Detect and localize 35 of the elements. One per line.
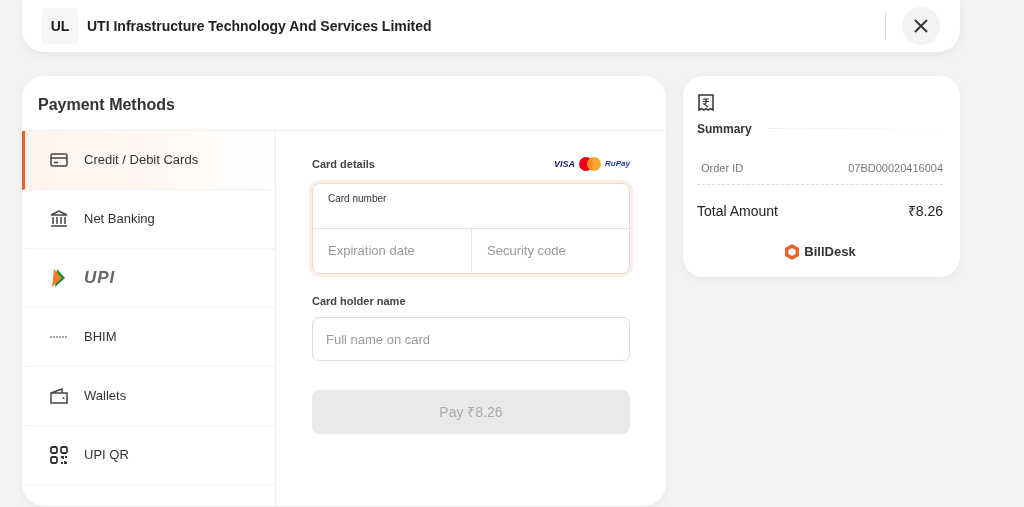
hexagon-logo-icon: [784, 242, 801, 261]
panel-title: Payment Methods: [38, 96, 175, 113]
receipt-icon: [697, 93, 715, 112]
card-number-field[interactable]: Card number: [313, 183, 629, 229]
circles-logo-icon: [579, 157, 602, 172]
expiry-field[interactable]: Expiration date: [313, 228, 471, 273]
small-logo-icon: [49, 334, 69, 340]
brand-name: BillDesk: [804, 243, 856, 262]
total-value: ₹8.26: [907, 202, 943, 222]
summary-title: Summary: [697, 120, 752, 138]
merchant-name: UTI Infrastructure Technology And Services Limited: [87, 16, 432, 36]
total-label: Total Amount: [697, 202, 778, 222]
qr-code-icon: [50, 446, 68, 464]
order-id-label: Order ID: [701, 160, 744, 176]
field-label: Card holder name: [312, 293, 407, 309]
payment-method-item[interactable]: Net Banking: [22, 190, 275, 249]
payment-method-item[interactable]: UPI: [22, 249, 275, 308]
field-label: Card number: [328, 192, 387, 204]
name-field[interactable]: Full name on card: [312, 317, 630, 361]
card-brand-logo: RuPay: [605, 158, 630, 171]
card-brand-logo: VISA: [554, 157, 576, 171]
order-id-value: 07BD00020416004: [848, 160, 943, 176]
close-button[interactable]: [902, 7, 940, 45]
payment-method-item[interactable]: BHIM: [22, 308, 275, 367]
card-icon: [50, 153, 68, 167]
section-label: Card details: [312, 157, 375, 172]
payment-method-item[interactable]: Wallets: [22, 367, 275, 426]
bank-icon: [50, 210, 68, 228]
merchant-initials: UL: [42, 8, 78, 44]
security-code-field[interactable]: Security code: [471, 228, 629, 273]
close-icon: [914, 19, 928, 33]
payment-method-item[interactable]: Credit / Debit Cards: [22, 131, 275, 190]
wallet-icon: [50, 388, 68, 404]
triangle-logo-icon: [52, 268, 66, 288]
payment-method-item[interactable]: UPI QR: [22, 426, 275, 485]
